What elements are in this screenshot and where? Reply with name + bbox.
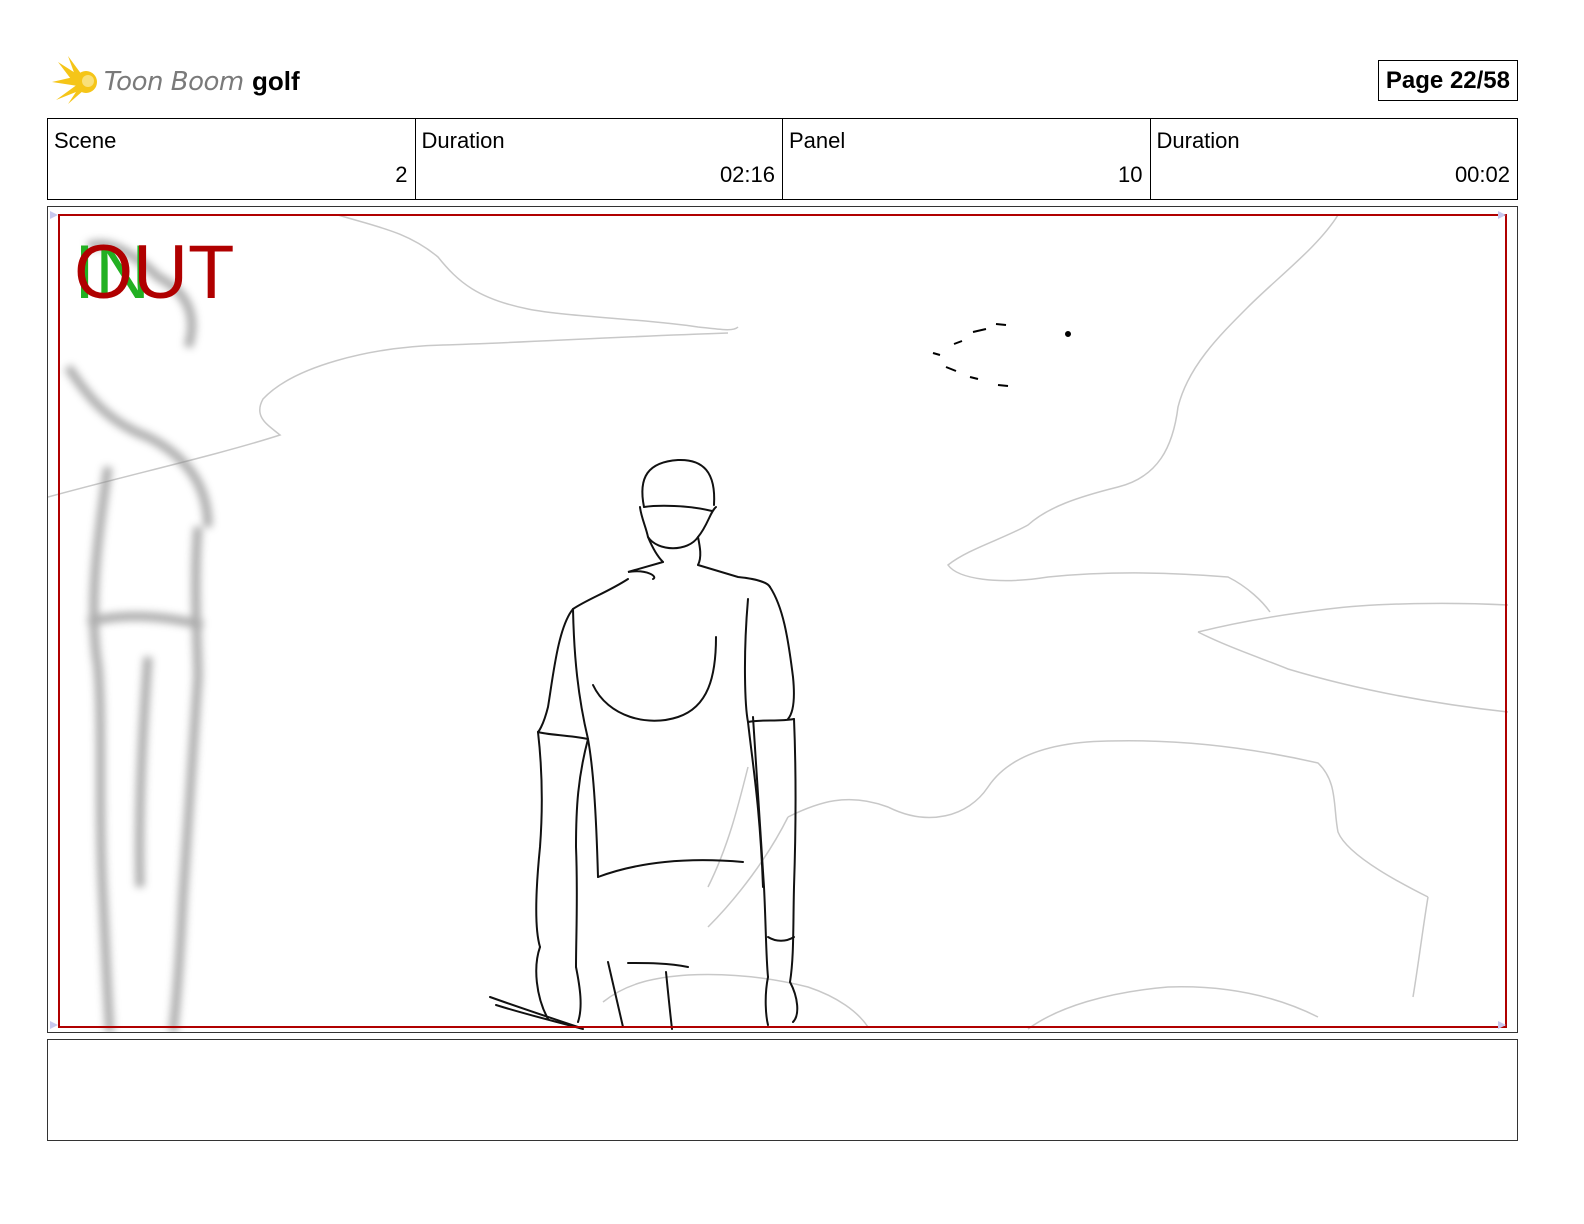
- scene-info-table: Scene 2 Duration 02:16 Panel 10 Duration…: [47, 118, 1518, 200]
- golfer-figure: [489, 458, 799, 1030]
- out-marker: OUT: [74, 230, 235, 315]
- panel-duration-cell: Duration 00:02: [1151, 119, 1518, 199]
- panel-label: Panel: [789, 128, 846, 153]
- cloud-lines: [48, 214, 1509, 1030]
- scene-duration-cell: Duration 02:16: [416, 119, 783, 199]
- project-title: golf: [252, 66, 300, 96]
- frame-corner-markers: [50, 211, 1506, 1029]
- panel-duration-value: 00:02: [1454, 162, 1510, 187]
- page-label: Page 22/58: [1385, 67, 1510, 94]
- scene-duration-label: Duration: [421, 128, 505, 153]
- scene-label: Scene: [54, 128, 117, 153]
- safe-frame: [58, 214, 1507, 1028]
- scene-value: 2: [395, 162, 408, 187]
- logo-text: Toon Boom: [104, 67, 244, 97]
- notes-box[interactable]: [47, 1039, 1518, 1141]
- scene-duration-value: 02:16: [719, 162, 775, 187]
- panel-duration-label: Duration: [1156, 128, 1240, 153]
- scene-cell: Scene 2: [48, 119, 416, 199]
- page-header: Toon Boom golf Page 22/58: [48, 52, 1518, 108]
- birds: [932, 323, 1071, 387]
- storyboard-panel: IN OUT: [47, 206, 1518, 1033]
- panel-value: 10: [1118, 162, 1143, 187]
- panel-cell: Panel 10: [783, 119, 1151, 199]
- page-number-box: Page 22/58: [1377, 60, 1518, 101]
- panel-sketch: [48, 211, 1509, 1032]
- foreground-figure: [64, 239, 213, 1032]
- toon-boom-logo: Toon Boom: [48, 56, 248, 104]
